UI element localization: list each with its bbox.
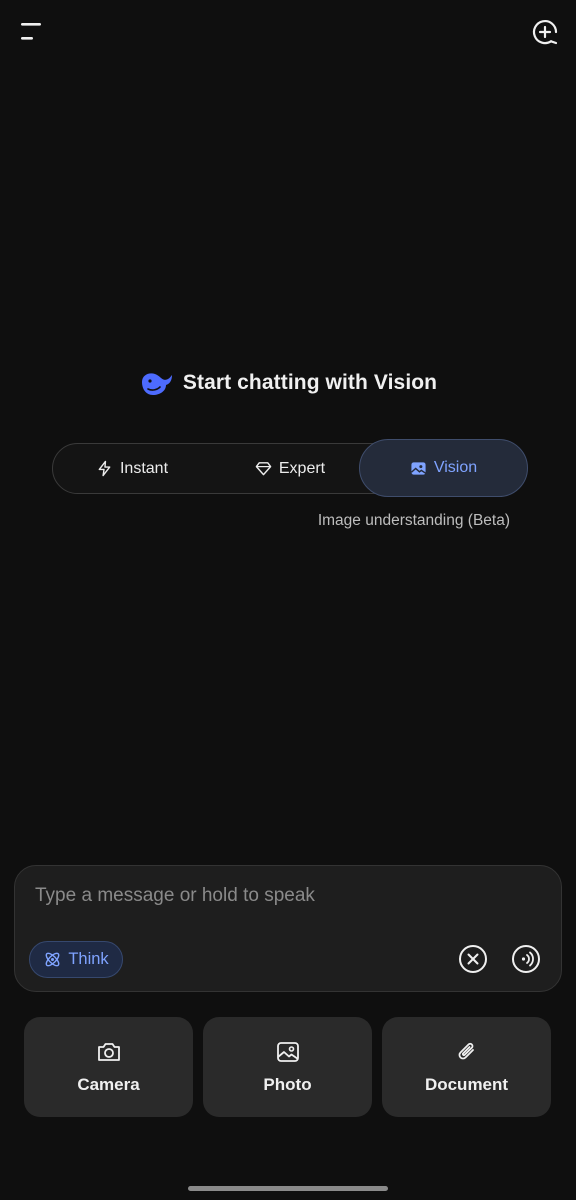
mode-vision-button[interactable]: Vision bbox=[359, 439, 528, 497]
atom-icon bbox=[45, 952, 60, 967]
mode-instant-button[interactable]: Instant bbox=[53, 443, 211, 494]
new-chat-icon[interactable] bbox=[530, 17, 560, 47]
clear-icon[interactable] bbox=[458, 944, 488, 974]
welcome-heading: Start chatting with Vision bbox=[0, 368, 576, 398]
whale-logo-icon bbox=[141, 373, 172, 395]
document-label: Document bbox=[424, 1075, 509, 1094]
mode-label: Vision bbox=[433, 459, 478, 476]
think-toggle[interactable]: Think bbox=[29, 941, 123, 978]
menu-icon[interactable] bbox=[18, 18, 46, 46]
document-button[interactable]: Document bbox=[382, 1017, 551, 1117]
paperclip-icon bbox=[458, 1042, 474, 1060]
camera-button[interactable]: Camera bbox=[24, 1017, 193, 1117]
mode-expert-button[interactable]: Expert bbox=[211, 443, 369, 494]
diamond-icon bbox=[255, 462, 272, 476]
voice-icon[interactable] bbox=[511, 944, 541, 974]
attachment-options: Camera Photo Document bbox=[24, 1017, 552, 1117]
message-composer: Think bbox=[14, 865, 562, 992]
chat-screen: Start chatting with Vision Instant Exper… bbox=[0, 0, 576, 1200]
mode-label: Expert bbox=[278, 459, 326, 477]
image-icon bbox=[410, 461, 426, 475]
bolt-icon bbox=[98, 460, 111, 477]
think-label: Think bbox=[68, 950, 109, 968]
mode-label: Instant bbox=[119, 459, 169, 477]
mode-selector: Instant Expert Vision bbox=[52, 439, 528, 497]
camera-icon bbox=[97, 1043, 120, 1061]
camera-label: Camera bbox=[77, 1075, 140, 1094]
page-title: Start chatting with Vision bbox=[182, 371, 438, 394]
photo-button[interactable]: Photo bbox=[203, 1017, 372, 1117]
home-indicator[interactable] bbox=[188, 1186, 388, 1191]
mode-description: Image understanding (Beta) bbox=[317, 512, 510, 529]
message-input[interactable] bbox=[35, 882, 535, 910]
photo-icon bbox=[276, 1042, 299, 1062]
photo-label: Photo bbox=[263, 1075, 312, 1094]
